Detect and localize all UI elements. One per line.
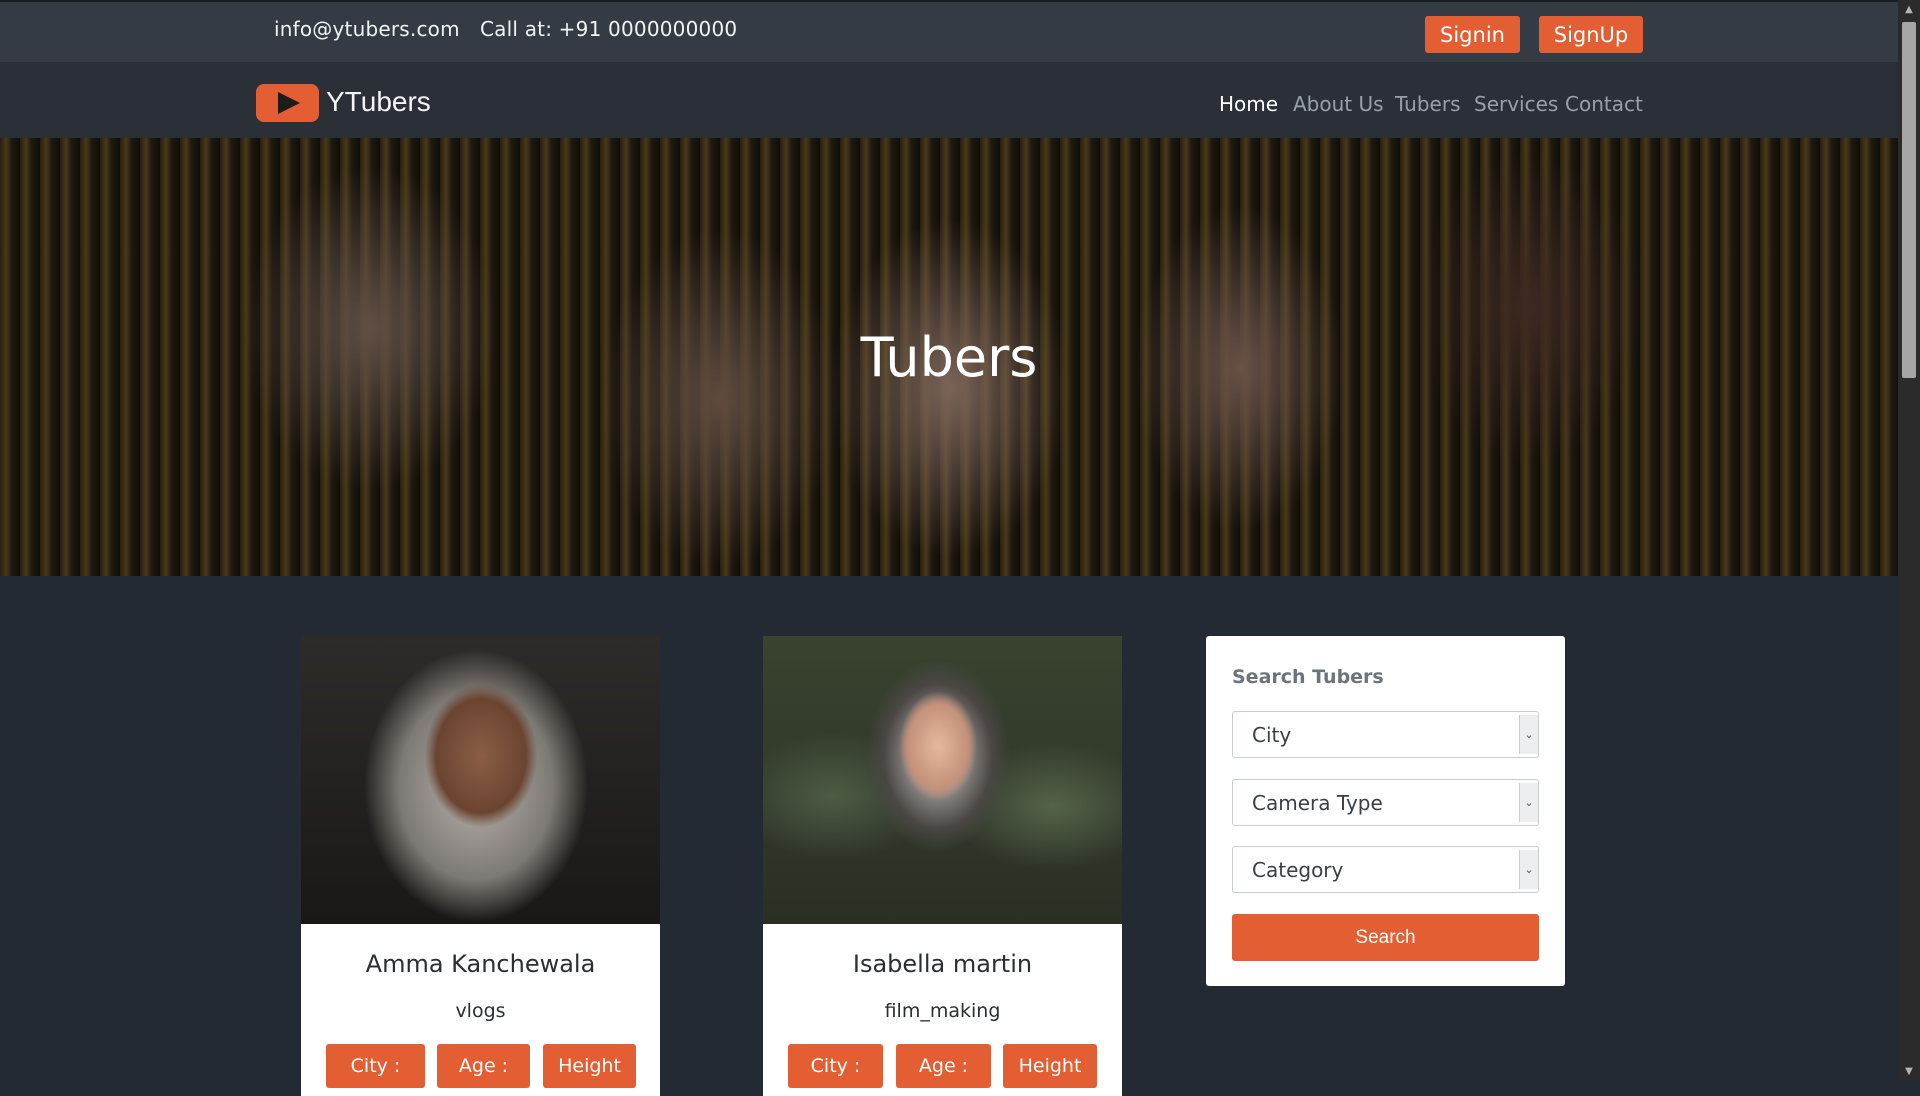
- nav-about-us[interactable]: About Us: [1293, 92, 1384, 116]
- city-badge: City :: [326, 1044, 425, 1088]
- scroll-up-icon[interactable]: ▲: [1898, 0, 1920, 18]
- nav-tubers[interactable]: Tubers: [1395, 92, 1461, 116]
- city-select-value: City: [1252, 723, 1292, 747]
- tuber-name[interactable]: Isabella martin: [763, 950, 1122, 978]
- tuber-photo[interactable]: [301, 636, 660, 924]
- top-contact-bar: info@ytubers.com Call at: +91 0000000000…: [0, 0, 1898, 62]
- tuber-category: vlogs: [455, 1000, 506, 1022]
- age-badge: Age :: [437, 1044, 530, 1088]
- category-select-value: Category: [1252, 858, 1344, 882]
- contact-phone[interactable]: Call at: +91 0000000000: [480, 17, 737, 41]
- scroll-thumb[interactable]: [1902, 22, 1916, 378]
- height-badge: Height: [1003, 1044, 1097, 1088]
- search-title: Search Tubers: [1232, 666, 1384, 688]
- tuber-photo[interactable]: [763, 636, 1122, 924]
- tuber-category: film_making: [884, 1000, 1001, 1022]
- tuber-card: Isabella martin film_making City : Age :…: [763, 636, 1122, 1096]
- chevron-down-icon: ⌄: [1519, 783, 1538, 822]
- nav-home[interactable]: Home: [1219, 92, 1278, 116]
- signup-button[interactable]: SignUp: [1539, 16, 1643, 53]
- category-select[interactable]: Category ⌄: [1232, 846, 1539, 893]
- city-badge: City :: [788, 1044, 883, 1088]
- nav-contact[interactable]: Contact: [1565, 92, 1643, 116]
- chevron-down-icon: ⌄: [1519, 715, 1538, 754]
- chevron-down-icon: ⌄: [1519, 850, 1538, 889]
- tuber-card: Amma Kanchewala vlogs City : Age : Heigh…: [301, 636, 660, 1096]
- nav-services[interactable]: Services: [1474, 92, 1558, 116]
- hero-banner: Tubers: [0, 138, 1898, 576]
- height-badge: Height: [543, 1044, 636, 1088]
- brand-name[interactable]: YTubers: [326, 86, 431, 118]
- search-button[interactable]: Search: [1232, 914, 1539, 961]
- search-panel: Search Tubers City ⌄ Camera Type ⌄ Categ…: [1206, 636, 1565, 986]
- tuber-name[interactable]: Amma Kanchewala: [301, 950, 660, 978]
- scroll-down-icon[interactable]: ▼: [1898, 1062, 1920, 1080]
- signin-button[interactable]: Signin: [1425, 16, 1520, 53]
- camera-type-select-value: Camera Type: [1252, 791, 1383, 815]
- page-scrollbar[interactable]: ▲ ▼: [1898, 0, 1920, 1080]
- camera-type-select[interactable]: Camera Type ⌄: [1232, 779, 1539, 826]
- age-badge: Age :: [896, 1044, 991, 1088]
- city-select[interactable]: City ⌄: [1232, 711, 1539, 758]
- main-navbar: YTubers Home About Us Tubers Services Co…: [0, 62, 1898, 138]
- play-logo-icon[interactable]: [256, 84, 319, 122]
- hero-title: Tubers: [860, 326, 1038, 389]
- contact-email[interactable]: info@ytubers.com: [274, 17, 460, 41]
